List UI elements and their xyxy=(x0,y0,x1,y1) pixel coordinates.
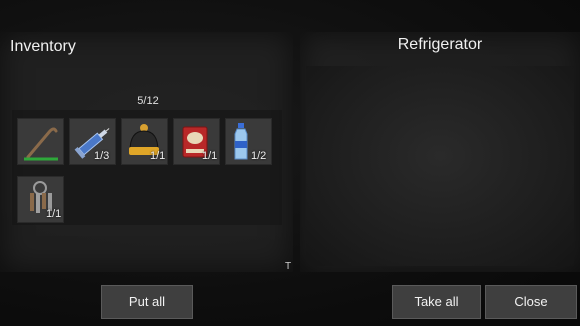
keys-quantity: 1/1 xyxy=(46,208,62,220)
refrigerator-slot-area[interactable] xyxy=(306,66,574,266)
inventory-slot-syringe[interactable]: 1/3 xyxy=(69,118,116,165)
game-screen: Inventory Refrigerator 5/12 1/3 1/1 1/1 … xyxy=(0,0,580,326)
inventory-grid: 1/3 1/1 1/1 1/2 1/1 xyxy=(12,110,282,225)
inventory-slot-beanie[interactable]: 1/1 xyxy=(121,118,168,165)
inventory-slot-can[interactable]: 1/1 xyxy=(173,118,220,165)
inventory-slot-water-bottle[interactable]: 1/2 xyxy=(225,118,272,165)
refrigerator-panel xyxy=(300,32,580,272)
take-all-button[interactable]: Take all xyxy=(392,285,481,319)
can-quantity: 1/1 xyxy=(202,150,218,162)
crowbar-icon xyxy=(24,127,58,161)
syringe-quantity: 1/3 xyxy=(94,150,110,162)
refrigerator-title: Refrigerator xyxy=(397,36,483,53)
inventory-capacity: 5/12 xyxy=(137,95,159,107)
water-bottle-quantity: 1/2 xyxy=(251,150,267,162)
inventory-slot-keys[interactable]: 1/1 xyxy=(17,176,64,223)
beanie-quantity: 1/1 xyxy=(150,150,166,162)
close-button[interactable]: Close xyxy=(485,285,577,319)
inventory-title: Inventory xyxy=(10,38,76,55)
inventory-slot-crowbar[interactable] xyxy=(17,118,64,165)
put-all-button[interactable]: Put all xyxy=(101,285,193,319)
text-cursor-icon: T xyxy=(285,261,292,272)
